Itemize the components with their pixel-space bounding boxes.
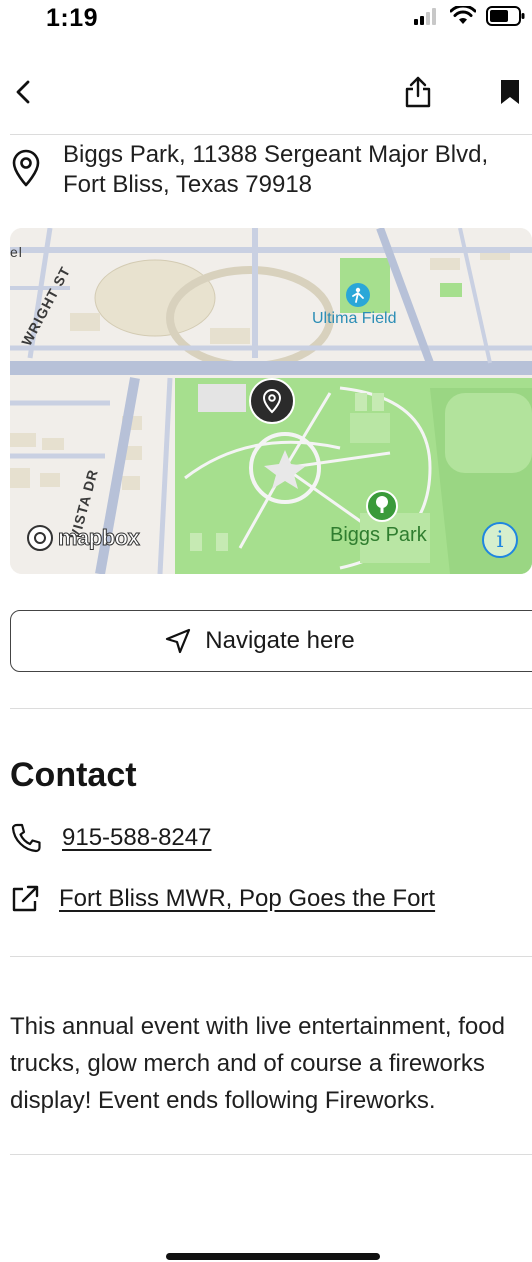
- map-street-label: el: [10, 244, 23, 260]
- external-link-icon: [10, 884, 46, 914]
- phone-link[interactable]: 915-588-8247: [62, 824, 211, 852]
- home-indicator[interactable]: [166, 1253, 380, 1260]
- mapbox-attribution: mapbox: [57, 525, 140, 551]
- event-description: This annual event with live entertainmen…: [10, 1013, 505, 1114]
- map-label-field: Ultima Field: [312, 310, 397, 327]
- map-info-button[interactable]: i: [482, 522, 518, 558]
- navigate-label: Navigate here: [205, 627, 355, 654]
- cellular-signal-icon: [414, 7, 440, 30]
- navigation-arrow-icon: [165, 628, 191, 654]
- contact-heading: Contact: [10, 756, 137, 794]
- share-icon: [403, 75, 433, 114]
- mapbox-icon: [27, 525, 53, 551]
- address-text: Biggs Park, 11388 Sergeant Major Blvd, F…: [63, 141, 489, 198]
- header-divider: [10, 134, 532, 135]
- website-link[interactable]: Fort Bliss MWR, Pop Goes the Fort: [59, 885, 435, 913]
- map-label-park: Biggs Park: [330, 524, 427, 546]
- wifi-icon: [449, 4, 477, 31]
- section-divider: [10, 956, 532, 957]
- navigation-bar: [0, 60, 532, 132]
- back-button[interactable]: [6, 74, 40, 114]
- battery-icon: [486, 6, 526, 31]
- section-divider: [10, 708, 532, 709]
- status-bar: 1:19: [0, 0, 532, 44]
- address-row: Biggs Park, 11388 Sergeant Major Blvd, F…: [0, 138, 532, 208]
- status-icons: [414, 4, 526, 31]
- section-divider: [10, 1154, 532, 1155]
- share-button[interactable]: [398, 74, 438, 114]
- bookmark-button[interactable]: [492, 74, 528, 114]
- mapbox-logo: mapbox: [26, 524, 140, 552]
- bookmark-icon: [499, 78, 521, 111]
- map-canvas: [10, 228, 532, 574]
- navigate-button[interactable]: Navigate here: [10, 610, 532, 672]
- phone-link-row[interactable]: 915-588-8247: [10, 822, 211, 854]
- website-link-row[interactable]: Fort Bliss MWR, Pop Goes the Fort: [10, 884, 435, 914]
- phone-icon: [10, 822, 46, 854]
- map-view[interactable]: Ultima Field Biggs Park WRIGHT ST VISTA …: [10, 228, 532, 574]
- status-time: 1:19: [46, 4, 99, 32]
- location-pin-icon: [10, 148, 42, 193]
- chevron-left-icon: [13, 78, 33, 111]
